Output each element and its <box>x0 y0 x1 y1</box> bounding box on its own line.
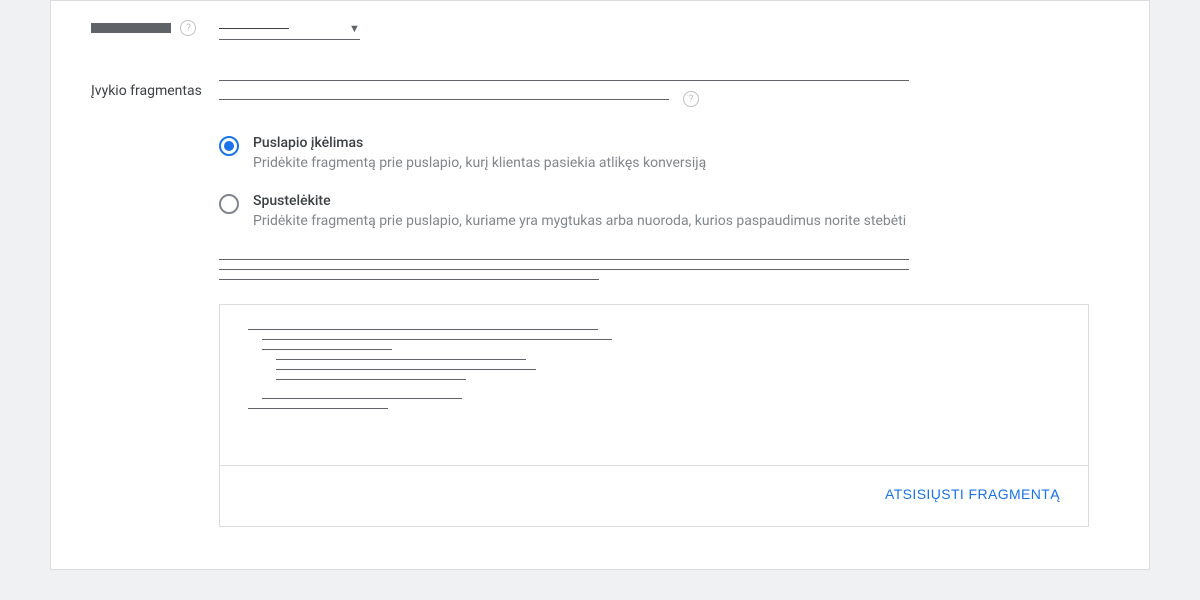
radio-title: Puslapio įkėlimas <box>253 135 706 151</box>
redacted-line <box>219 99 669 100</box>
redacted-line <box>219 269 909 270</box>
radio-indicator-selected <box>219 136 239 156</box>
code-line <box>276 369 536 370</box>
redacted-label <box>91 23 171 33</box>
trigger-radio-group: Puslapio įkėlimas Pridėkite fragmentą pr… <box>219 135 1089 229</box>
section-label: Įvykio fragmentas <box>91 80 219 101</box>
radio-desc: Pridėkite fragmentą prie puslapio, kurį … <box>253 155 706 171</box>
conversion-value-row: ? ▼ <box>91 17 1089 40</box>
redacted-line <box>219 80 909 81</box>
page-wrap: ? ▼ Įvykio fragmentas ? <box>0 0 1200 600</box>
help-icon[interactable]: ? <box>180 20 196 36</box>
instruction-text <box>219 259 1089 280</box>
radio-indicator <box>219 194 239 214</box>
help-icon[interactable]: ? <box>683 91 699 107</box>
radio-text: Puslapio įkėlimas Pridėkite fragmentą pr… <box>253 135 706 171</box>
redacted-line <box>219 279 599 280</box>
code-line <box>262 339 612 340</box>
download-snippet-button[interactable]: ATSISIŲSTI FRAGMENTĄ <box>877 480 1068 508</box>
event-snippet-row: Įvykio fragmentas ? Puslapio įkėlimas <box>91 80 1089 527</box>
redacted-line <box>219 259 909 260</box>
code-line <box>262 349 392 350</box>
section-content: ? Puslapio įkėlimas Pridėkite fragmentą … <box>219 80 1089 527</box>
code-line <box>262 398 462 399</box>
select-value-redacted <box>219 28 289 29</box>
settings-card: ? ▼ Įvykio fragmentas ? <box>50 0 1150 570</box>
code-line <box>248 408 388 409</box>
radio-click[interactable]: Spustelėkite Pridėkite fragmentą prie pu… <box>219 193 1089 229</box>
field-label: ? <box>91 17 219 38</box>
code-content[interactable] <box>248 329 1060 449</box>
chevron-down-icon: ▼ <box>349 22 360 35</box>
radio-page-load[interactable]: Puslapio įkėlimas Pridėkite fragmentą pr… <box>219 135 1089 171</box>
code-line <box>276 379 466 380</box>
intro-text: ? <box>219 80 1089 107</box>
section-label-text: Įvykio fragmentas <box>91 83 202 99</box>
field-content: ▼ <box>219 17 1089 40</box>
radio-text: Spustelėkite Pridėkite fragmentą prie pu… <box>253 193 906 229</box>
code-line <box>248 329 598 330</box>
value-select[interactable]: ▼ <box>219 22 360 40</box>
code-actions: ATSISIŲSTI FRAGMENTĄ <box>220 465 1088 512</box>
radio-title: Spustelėkite <box>253 193 906 209</box>
code-snippet-box: ATSISIŲSTI FRAGMENTĄ <box>219 304 1089 527</box>
code-line <box>276 359 526 360</box>
radio-desc: Pridėkite fragmentą prie puslapio, kuria… <box>253 213 906 229</box>
